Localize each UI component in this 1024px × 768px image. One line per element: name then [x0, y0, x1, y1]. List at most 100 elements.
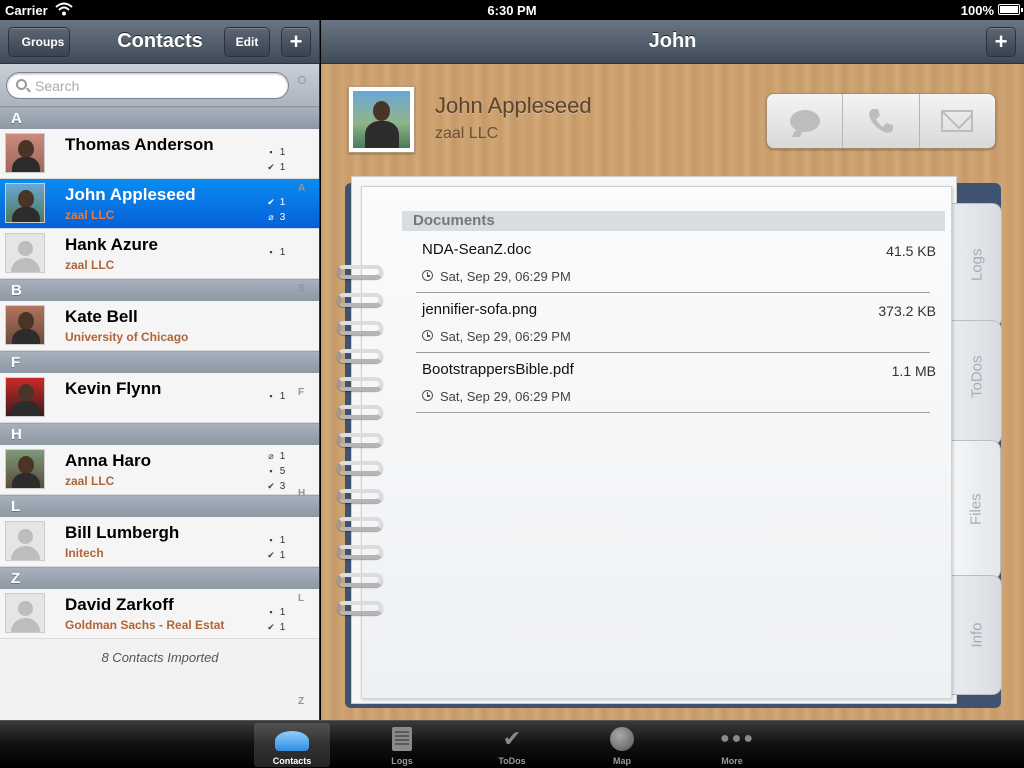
attachment-icon: ⌀: [268, 212, 274, 222]
contact-row-david-zarkoff[interactable]: David Zarkoff Goldman Sachs - Real Estat…: [0, 589, 319, 639]
contact-row-john-appleseed[interactable]: John Appleseed zaal LLC ✔ 1 ⌀ 3: [0, 179, 319, 229]
search-icon: [16, 79, 27, 90]
notepad-icon: [392, 727, 412, 751]
todo-count: 1: [279, 622, 286, 633]
contact-name: Kevin Flynn: [65, 379, 162, 398]
add-contact-button[interactable]: +: [281, 27, 311, 57]
contact-company: zaal LLC: [435, 125, 499, 142]
index-letter-z[interactable]: Z: [298, 696, 304, 707]
avatar: [5, 133, 45, 173]
tab-map[interactable]: Map: [584, 723, 660, 767]
document-row[interactable]: BootstrappersBible.pdf 1.1 MB Sat, Sep 2…: [416, 353, 936, 413]
contact-row-thomas-anderson[interactable]: Thomas Anderson ▪ 1 ✔ 1: [0, 129, 319, 179]
detail-title: John: [648, 30, 697, 52]
tab-files[interactable]: Files: [951, 440, 1001, 580]
todo-count: 1: [279, 162, 286, 173]
log-count: 1: [279, 147, 286, 158]
call-button[interactable]: [843, 94, 920, 148]
tab-contacts[interactable]: Contacts: [254, 723, 330, 767]
index-letter-l[interactable]: L: [298, 593, 304, 604]
contact-full-name: John Appleseed: [435, 93, 592, 118]
avatar-placeholder: [5, 521, 45, 561]
add-item-button[interactable]: +: [986, 27, 1016, 57]
log-count: 1: [279, 535, 286, 546]
activity-counts: ▪ 1 ✔ 1: [265, 533, 285, 563]
tab-label: ToDos: [498, 756, 526, 766]
file-count: 3: [279, 212, 286, 223]
contact-row-hank-azure[interactable]: Hank Azure zaal LLC ▪ 1: [0, 229, 319, 279]
tab-label: More: [721, 756, 743, 766]
activity-counts: ▪ 1 ✔ 1: [265, 605, 285, 635]
index-letter-b[interactable]: B: [298, 283, 305, 294]
contact-row-kate-bell[interactable]: Kate Bell University of Chicago: [0, 301, 319, 351]
tab-label: Info: [968, 622, 986, 648]
log-icon: ▪: [269, 535, 273, 545]
document-date: Sat, Sep 29, 06:29 PM: [440, 389, 571, 404]
log-count: 1: [279, 247, 286, 258]
contact-company: zaal LLC: [65, 258, 115, 272]
index-search-icon[interactable]: [298, 76, 306, 84]
document-name: NDA-SeanZ.doc: [422, 241, 532, 258]
contact-row-kevin-flynn[interactable]: Kevin Flynn ▪ 1: [0, 373, 319, 423]
tab-logs[interactable]: Logs: [952, 203, 1002, 328]
section-header-h: H: [0, 423, 319, 445]
tab-todos[interactable]: ToDos: [952, 320, 1002, 445]
files-page: Documents NDA-SeanZ.doc 41.5 KB Sat, Sep…: [361, 186, 952, 699]
edit-button[interactable]: Edit: [224, 27, 270, 57]
tab-label: Logs: [391, 756, 413, 766]
people-icon: [275, 731, 309, 751]
tab-label: Logs: [968, 247, 986, 281]
document-row[interactable]: NDA-SeanZ.doc 41.5 KB Sat, Sep 29, 06:29…: [416, 233, 936, 293]
tab-info[interactable]: Info: [952, 575, 1002, 695]
contact-actions: [766, 93, 996, 149]
file-count: 1: [279, 451, 286, 462]
document-row[interactable]: jennifier-sofa.png 373.2 KB Sat, Sep 29,…: [416, 293, 936, 353]
activity-counts: ▪ 1: [265, 245, 285, 260]
tab-label: Map: [613, 756, 631, 766]
contact-row-anna-haro[interactable]: Anna Haro zaal LLC ⌀ 1 ▪ 5 ✔ 3: [0, 445, 319, 495]
avatar: [5, 449, 45, 489]
index-letter-f[interactable]: F: [298, 387, 304, 398]
contact-name: David Zarkoff: [65, 595, 174, 614]
spiral-binding: [337, 265, 387, 645]
status-bar: Carrier 6:30 PM 100%: [0, 0, 1024, 20]
clock-icon: [422, 270, 433, 281]
log-count: 5: [279, 466, 286, 477]
contact-company: Goldman Sachs - Real Estat: [65, 618, 225, 632]
contact-row-bill-lumbergh[interactable]: Bill Lumbergh Initech ▪ 1 ✔ 1: [0, 517, 319, 567]
tab-more[interactable]: ●●● More: [694, 723, 770, 767]
contact-name: Bill Lumbergh: [65, 523, 180, 542]
log-icon: ▪: [269, 147, 273, 157]
avatar-placeholder: [5, 233, 45, 273]
contact-photo[interactable]: [348, 86, 415, 153]
activity-counts: ✔ 1 ⌀ 3: [265, 195, 285, 225]
contacts-nav-bar: Groups Contacts Edit +: [0, 20, 319, 64]
message-button[interactable]: [767, 94, 844, 148]
avatar: [5, 377, 45, 417]
avatar-placeholder: [5, 593, 45, 633]
activity-counts: ▪ 1 ✔ 1: [265, 145, 285, 175]
globe-icon: [610, 727, 634, 751]
check-icon: ✔: [267, 622, 275, 632]
detail-nav-bar: John +: [321, 20, 1024, 64]
chat-bubble-icon: [789, 110, 820, 132]
todo-count: 3: [279, 481, 286, 492]
index-letter-h[interactable]: H: [298, 488, 305, 499]
email-button[interactable]: [920, 94, 995, 148]
check-icon: ✔: [267, 197, 275, 207]
tab-todos[interactable]: ✔ ToDos: [474, 723, 550, 767]
search-input[interactable]: Search: [6, 72, 289, 99]
section-header-a: A: [0, 107, 319, 129]
document-name: jennifier-sofa.png: [422, 301, 538, 318]
check-icon: ✔: [267, 550, 275, 560]
avatar: [5, 183, 45, 223]
attachment-icon: ⌀: [268, 451, 274, 461]
tab-logs[interactable]: Logs: [364, 723, 440, 767]
clock-icon: [422, 390, 433, 401]
contact-detail-panel: John + John Appleseed zaal LLC Logs ToDo…: [321, 20, 1024, 720]
index-letter-a[interactable]: A: [298, 183, 305, 194]
document-size: 41.5 KB: [886, 243, 936, 259]
check-icon: ✔: [267, 481, 275, 491]
search-bar: Search: [0, 64, 319, 107]
tab-label: ToDos: [968, 354, 986, 398]
